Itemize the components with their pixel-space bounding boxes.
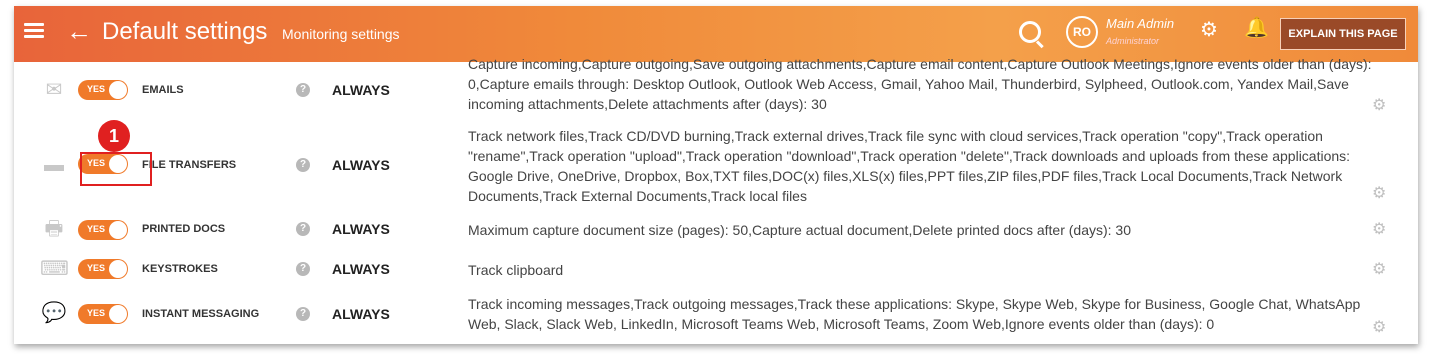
monitoring-settings-window: ← Default settings Monitoring settings R… [14,6,1418,344]
row-settings-gear-icon[interactable]: ⚙ [1372,320,1386,336]
printer-icon: 🖶 [44,218,64,240]
toggle-label: YES [87,224,106,234]
keyboard-icon: ⌨ [40,258,69,280]
row-description: Maximum capture document size (pages): 5… [468,222,1131,238]
user-role: Administrator [1106,36,1160,46]
page-subtitle: Monitoring settings [282,26,400,42]
drive-icon: ▬ [44,154,64,176]
help-icon[interactable]: ? [296,262,310,276]
step-callout-badge: 1 [98,120,130,152]
row-description: Track clipboard [468,262,564,278]
settings-row-keystrokes: ⌨ YES KEYSTROKES ? ALWAYS Track clipboar… [26,250,1392,289]
toggle-knob [109,81,127,99]
back-arrow-icon[interactable]: ← [66,16,92,47]
help-icon[interactable]: ? [296,222,310,236]
envelope-icon: ✉ [45,79,63,101]
instant-messaging-toggle[interactable]: YES [78,304,128,324]
printed-docs-toggle[interactable]: YES [78,220,128,240]
search-icon[interactable] [1019,21,1041,43]
row-settings-gear-icon[interactable]: ⚙ [1372,186,1386,202]
toggle-knob [109,221,127,239]
row-description: Track incoming messages,Track outgoing m… [468,296,1361,332]
settings-row-instant-messaging: 💬 YES INSTANT MESSAGING ? ALWAYS Track i… [26,288,1392,344]
bell-icon[interactable]: 🔔 [1244,18,1269,38]
help-icon[interactable]: ? [296,158,310,172]
row-settings-gear-icon[interactable]: ⚙ [1372,98,1386,114]
row-name: FILE TRANSFERS [142,159,237,171]
row-frequency: ALWAYS [332,82,390,98]
toggle-knob [109,260,127,278]
highlight-box [80,152,152,186]
avatar[interactable]: RO [1066,16,1098,48]
toggle-label: YES [87,84,106,94]
row-frequency: ALWAYS [332,261,390,277]
row-name: KEYSTROKES [142,263,218,275]
help-icon[interactable]: ? [296,83,310,97]
row-name: INSTANT MESSAGING [142,308,260,320]
toggle-label: YES [87,263,106,273]
emails-toggle[interactable]: YES [78,80,128,100]
toggle-knob [109,305,127,323]
settings-row-printed-docs: 🖶 YES PRINTED DOCS ? ALWAYS Maximum capt… [26,210,1392,251]
settings-row-file-transfers: ▬ YES FILE TRANSFERS ? ALWAYS Track netw… [26,122,1392,211]
chat-bubble-icon: 💬 [41,302,67,324]
row-settings-gear-icon[interactable]: ⚙ [1372,222,1386,238]
row-frequency: ALWAYS [332,221,390,237]
settings-row-emails: ✉ YES EMAILS ? ALWAYS Capture incoming,C… [26,56,1392,123]
menu-icon[interactable] [24,23,44,39]
row-settings-gear-icon[interactable]: ⚙ [1372,262,1386,278]
help-icon[interactable]: ? [296,307,310,321]
row-name: EMAILS [142,84,184,96]
row-description: Capture incoming,Capture outgoing,Save o… [468,56,1372,112]
row-frequency: ALWAYS [332,157,390,173]
user-name[interactable]: Main Admin [1106,16,1174,31]
toggle-label: YES [87,308,106,318]
gear-icon[interactable]: ⚙ [1200,20,1218,40]
explain-this-page-button[interactable]: EXPLAIN THIS PAGE [1280,18,1406,50]
row-name: PRINTED DOCS [142,223,226,235]
page-title: Default settings [102,18,268,45]
row-frequency: ALWAYS [332,306,390,322]
row-description: Track network files,Track CD/DVD burning… [468,128,1351,204]
keystrokes-toggle[interactable]: YES [78,259,128,279]
